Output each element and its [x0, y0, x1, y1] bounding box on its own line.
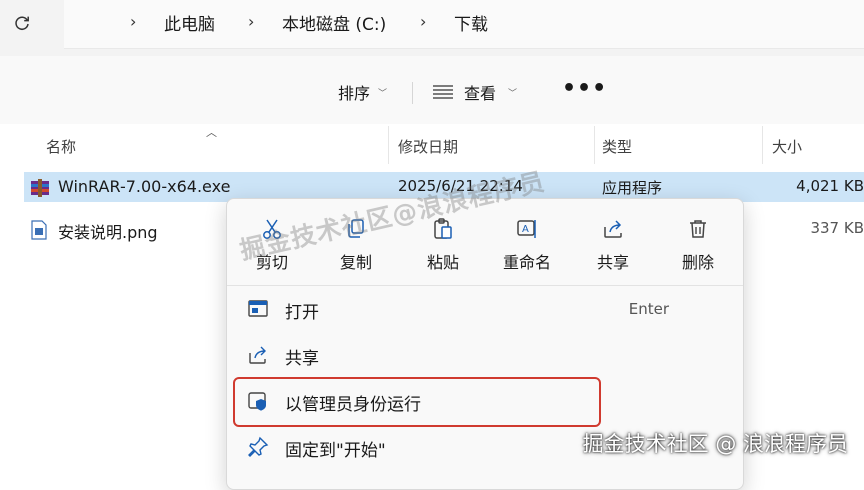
list-view-icon	[432, 84, 454, 100]
svg-text:A: A	[522, 224, 529, 235]
delete-button[interactable]: 删除	[662, 211, 734, 275]
command-bar: 排序 ﹀ 查看 ﹀ •••	[0, 56, 864, 125]
menu-divider	[227, 285, 743, 286]
address-bar: › 此电脑 › 本地磁盘 (C:) › 下载	[0, 0, 864, 56]
menu-item-share[interactable]: 共享	[235, 335, 735, 375]
shield-icon	[247, 390, 269, 412]
share-icon	[247, 344, 269, 366]
watermark-corner: 掘金技术社区 @ 浪浪程序员	[582, 432, 848, 456]
address-field[interactable]: › 此电脑 › 本地磁盘 (C:) › 下载	[64, 0, 864, 49]
rename-button[interactable]: A 重命名	[491, 211, 563, 275]
image-file-icon	[30, 220, 48, 240]
menu-item-label: 以管理员身份运行	[285, 395, 421, 415]
chevron-right-icon[interactable]: ›	[130, 12, 136, 31]
refresh-button[interactable]	[8, 9, 36, 37]
file-size: 4,021 KB	[796, 177, 864, 195]
file-type: 应用程序	[602, 179, 663, 197]
column-headers: ︿ 名称 修改日期 类型 大小	[0, 124, 864, 166]
menu-item-run-as-admin[interactable]: 以管理员身份运行	[235, 381, 735, 421]
column-divider[interactable]	[594, 126, 595, 164]
menu-item-label: 固定到"开始"	[285, 441, 386, 461]
share-icon	[601, 217, 625, 241]
share-button[interactable]: 共享	[577, 211, 649, 275]
sort-label: 排序	[338, 84, 371, 103]
rename-label: 重命名	[502, 253, 551, 272]
more-options-button[interactable]: •••	[562, 76, 607, 101]
toolbar-divider	[412, 82, 413, 104]
open-icon	[247, 298, 269, 320]
breadcrumb-downloads[interactable]: 下载	[454, 10, 488, 35]
copy-label: 复制	[339, 253, 372, 272]
sort-button[interactable]: 排序 ﹀	[338, 80, 387, 104]
rename-icon: A	[515, 217, 539, 241]
column-divider[interactable]	[388, 126, 389, 164]
file-name: WinRAR-7.00-x64.exe	[58, 177, 231, 196]
breadcrumb-this-pc[interactable]: 此电脑	[164, 10, 215, 35]
breadcrumb-local-disk[interactable]: 本地磁盘 (C:)	[282, 10, 386, 35]
column-header-type[interactable]: 类型	[602, 136, 632, 157]
view-label: 查看	[464, 84, 497, 103]
sort-ascending-icon: ︿	[206, 126, 217, 139]
column-header-size[interactable]: 大小	[772, 136, 802, 157]
column-header-date[interactable]: 修改日期	[398, 136, 458, 157]
column-divider[interactable]	[762, 126, 763, 164]
refresh-icon	[13, 14, 31, 32]
shortcut-hint: Enter	[628, 300, 669, 318]
file-name: 安装说明.png	[58, 223, 158, 242]
menu-item-open[interactable]: 打开 Enter	[235, 289, 735, 329]
view-button[interactable]: 查看 ﹀	[432, 80, 517, 104]
delete-label: 删除	[681, 253, 714, 272]
file-size: 337 KB	[810, 219, 864, 237]
delete-icon	[686, 217, 710, 241]
paste-label: 粘贴	[426, 253, 459, 272]
share-label: 共享	[596, 253, 629, 272]
menu-item-label: 共享	[285, 349, 319, 369]
menu-item-label: 打开	[285, 303, 319, 323]
chevron-down-icon: ﹀	[378, 88, 388, 99]
chevron-right-icon[interactable]: ›	[248, 12, 254, 31]
pin-icon	[247, 436, 269, 458]
column-header-name[interactable]: 名称	[46, 136, 76, 157]
winrar-icon	[30, 178, 49, 197]
chevron-right-icon[interactable]: ›	[420, 12, 426, 31]
chevron-down-icon: ﹀	[508, 88, 518, 99]
